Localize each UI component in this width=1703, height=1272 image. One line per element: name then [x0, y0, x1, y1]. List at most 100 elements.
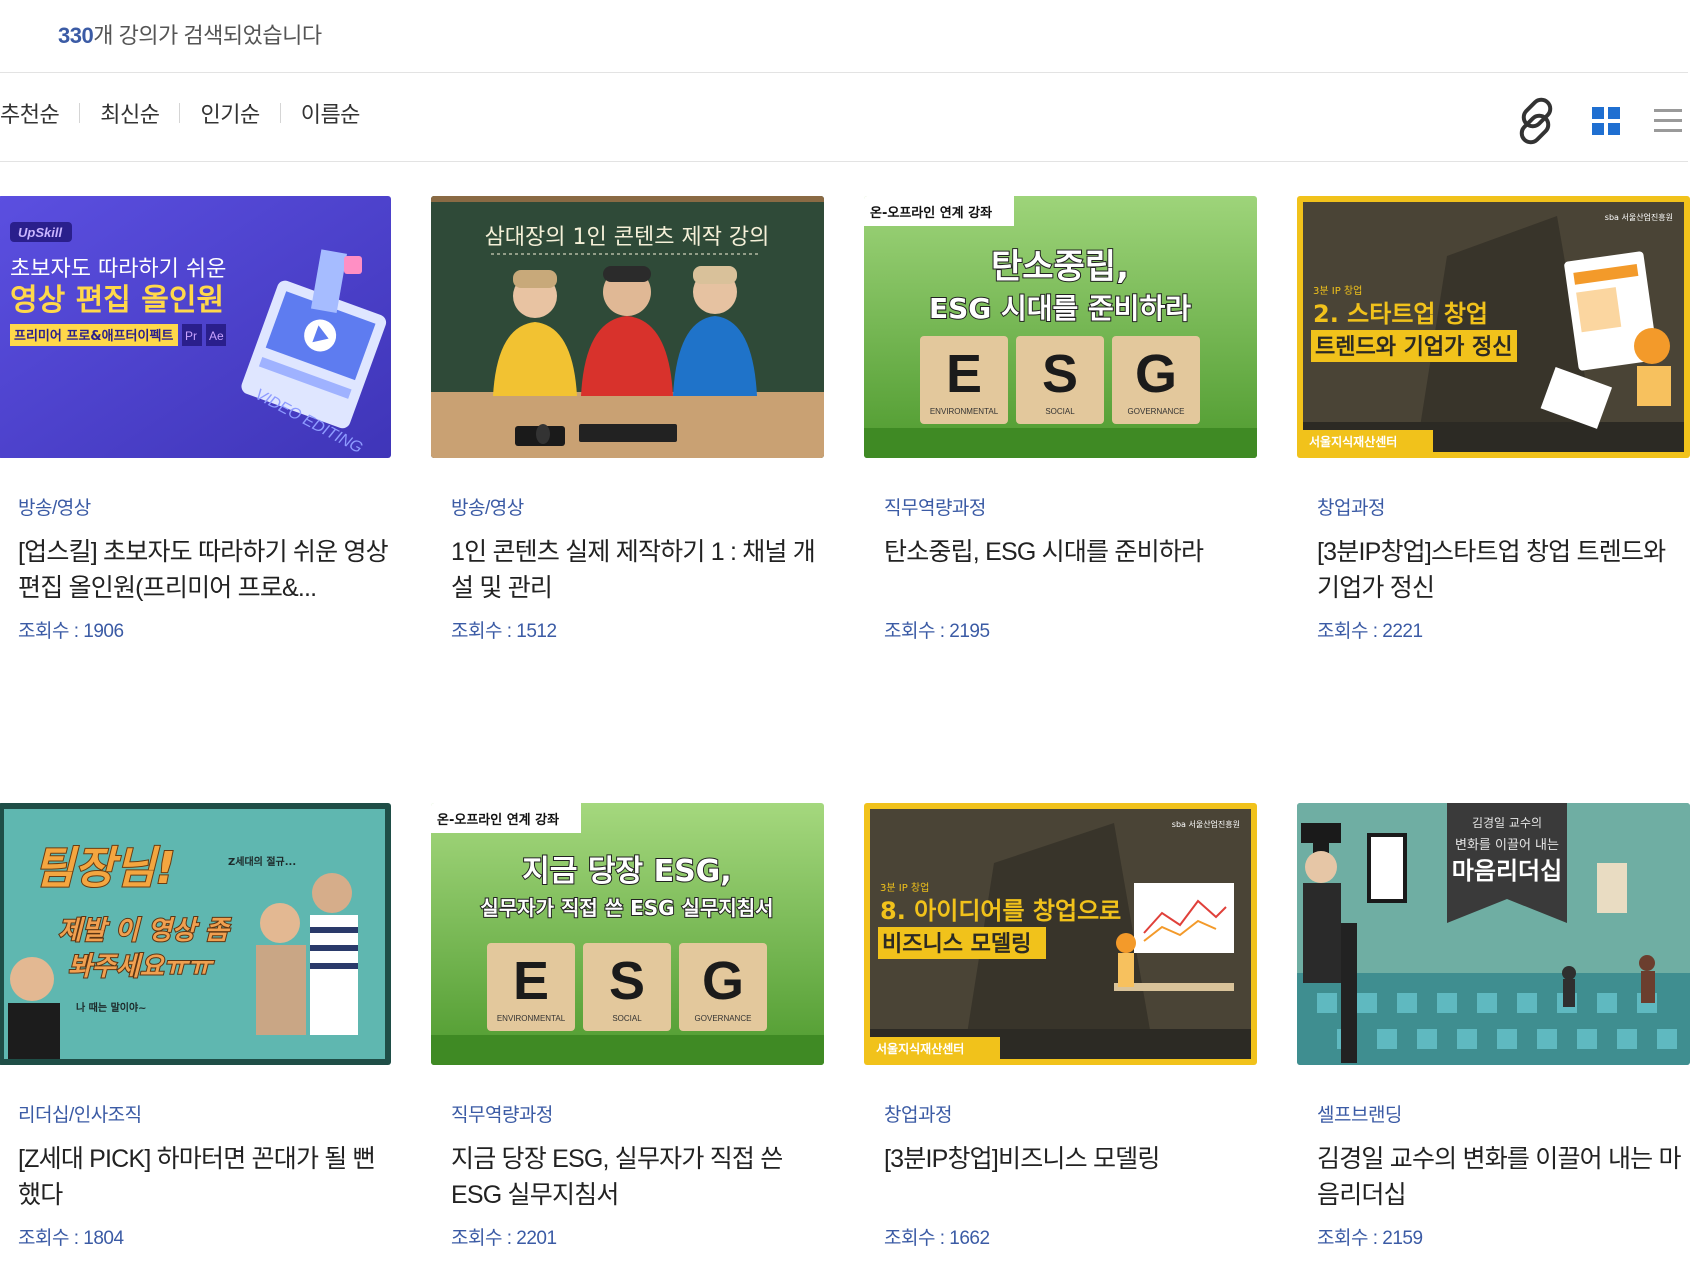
course-card[interactable]: 3분 IP 창업 2. 스타트업 창업 트렌드와 기업가 정신 서울지식재산센터… — [1297, 196, 1692, 643]
svg-text:E: E — [946, 344, 982, 404]
course-views: 조회수 : 2201 — [451, 1228, 557, 1249]
course-card[interactable]: 삼대장의 1인 콘텐츠 제작 강의 방송/영상 1인 콘텐츠 실제 제작하기 1… — [431, 196, 826, 643]
course-thumbnail[interactable]: 3분 IP 창업 2. 스타트업 창업 트렌드와 기업가 정신 서울지식재산센터… — [1297, 196, 1690, 458]
svg-text:트렌드와 기업가 정신: 트렌드와 기업가 정신 — [1315, 335, 1512, 360]
svg-text:S: S — [609, 951, 645, 1011]
svg-text:3분 IP 창업: 3분 IP 창업 — [880, 881, 929, 894]
course-thumbnail[interactable]: 온-오프라인 연계 강좌 탄소중립, ESG 시대를 준비하라 E S G EN… — [864, 196, 1257, 458]
thumb-badge: UpSkill — [18, 225, 62, 240]
svg-text:SOCIAL: SOCIAL — [612, 1014, 642, 1023]
svg-text:S: S — [1042, 344, 1078, 404]
svg-text:GOVERNANCE: GOVERNANCE — [695, 1014, 752, 1023]
course-thumbnail[interactable]: UpSkill 초보자도 따라하기 쉬운 영상 편집 올인원 프리미어 프로&애… — [0, 196, 391, 458]
result-header: 330개 강의가 검색되었습니다 — [0, 0, 1688, 73]
course-category[interactable]: 창업과정 — [864, 1100, 1259, 1127]
sort-name[interactable]: 이름순 — [301, 97, 361, 129]
course-thumbnail[interactable]: 김경일 교수의 변화를 이끌어 내는 마음리더십 — [1297, 803, 1690, 1065]
svg-text:ENVIRONMENTAL: ENVIRONMENTAL — [930, 407, 999, 416]
svg-text:E: E — [513, 951, 549, 1011]
svg-text:삼대장의 1인 콘텐츠 제작 강의: 삼대장의 1인 콘텐츠 제작 강의 — [485, 225, 770, 250]
svg-text:Z세대의 절규...: Z세대의 절규... — [228, 855, 296, 868]
result-count: 330 — [58, 23, 94, 48]
svg-text:마음리더십: 마음리더십 — [1452, 857, 1562, 885]
course-views: 조회수 : 2221 — [1317, 621, 1423, 642]
course-category[interactable]: 직무역량과정 — [864, 493, 1259, 520]
course-title[interactable]: [업스킬] 초보자도 따라하기 쉬운 영상 편집 올인원(프리미어 프로&... — [0, 534, 393, 606]
svg-text:ESG 시대를 준비하라: ESG 시대를 준비하라 — [929, 292, 1191, 325]
svg-text:SOCIAL: SOCIAL — [1045, 407, 1075, 416]
svg-text:G: G — [1135, 344, 1177, 404]
svg-text:영상 편집 올인원: 영상 편집 올인원 — [10, 283, 224, 318]
sort-newest[interactable]: 최신순 — [100, 97, 160, 129]
view-tools — [1508, 93, 1688, 149]
svg-text:ENVIRONMENTAL: ENVIRONMENTAL — [497, 1014, 566, 1023]
svg-text:탄소중립,: 탄소중립, — [991, 247, 1129, 287]
svg-text:팀장님!: 팀장님! — [34, 843, 176, 894]
svg-text:GOVERNANCE: GOVERNANCE — [1128, 407, 1185, 416]
link-icon[interactable] — [1508, 93, 1564, 149]
divider — [79, 103, 81, 123]
course-thumbnail[interactable]: 3분 IP 창업 8. 아이디어를 창업으로 비즈니스 모델링 서울지식재산센터… — [864, 803, 1257, 1065]
course-category[interactable]: 방송/영상 — [0, 493, 393, 520]
divider — [179, 103, 181, 123]
svg-text:Ae: Ae — [209, 329, 224, 343]
result-count-suffix: 개 강의가 검색되었습니다 — [93, 23, 322, 48]
course-card[interactable]: 김경일 교수의 변화를 이끌어 내는 마음리더십 셀프브랜딩 김경일 교수의 변… — [1297, 803, 1692, 1250]
course-category[interactable]: 창업과정 — [1297, 493, 1692, 520]
grid-view-icon[interactable] — [1586, 101, 1626, 141]
svg-text:3분 IP 창업: 3분 IP 창업 — [1313, 284, 1362, 297]
course-category[interactable]: 셀프브랜딩 — [1297, 1100, 1692, 1127]
course-thumbnail[interactable]: 온-오프라인 연계 강좌 지금 당장 ESG, 실무자가 직접 쓴 ESG 실무… — [431, 803, 824, 1065]
course-views: 조회수 : 1662 — [884, 1228, 990, 1249]
svg-text:온-오프라인 연계 강좌: 온-오프라인 연계 강좌 — [437, 812, 559, 828]
sort-options: 추천순 최신순 인기순 이름순 — [0, 97, 360, 129]
course-title[interactable]: 1인 콘텐츠 실제 제작하기 1 : 채널 개설 및 관리 — [431, 534, 826, 606]
list-view-icon[interactable] — [1648, 101, 1688, 141]
sort-popular[interactable]: 인기순 — [200, 97, 260, 129]
course-category[interactable]: 리더십/인사조직 — [0, 1100, 393, 1127]
svg-text:온-오프라인 연계 강좌: 온-오프라인 연계 강좌 — [870, 205, 992, 221]
course-thumbnail[interactable]: 팀장님! Z세대의 절규... 제발 이 영상 좀 봐주세요ㅠㅠ 나 때는 말이… — [0, 803, 391, 1065]
svg-text:서울지식재산센터: 서울지식재산센터 — [1309, 434, 1397, 449]
svg-text:지금 당장 ESG,: 지금 당장 ESG, — [522, 854, 731, 889]
svg-text:초보자도 따라하기 쉬운: 초보자도 따라하기 쉬운 — [10, 257, 226, 282]
svg-text:비즈니스 모델링: 비즈니스 모델링 — [882, 932, 1031, 957]
course-card[interactable]: 팀장님! Z세대의 절규... 제발 이 영상 좀 봐주세요ㅠㅠ 나 때는 말이… — [0, 803, 393, 1250]
course-card[interactable]: 3분 IP 창업 8. 아이디어를 창업으로 비즈니스 모델링 서울지식재산센터… — [864, 803, 1259, 1250]
course-views: 조회수 : 1906 — [18, 621, 124, 642]
svg-text:sba 서울산업진흥원: sba 서울산업진흥원 — [1605, 212, 1673, 222]
course-views: 조회수 : 1804 — [18, 1228, 124, 1249]
course-title[interactable]: [3분IP창업]비즈니스 모델링 — [864, 1141, 1259, 1213]
course-category[interactable]: 방송/영상 — [431, 493, 826, 520]
svg-text:봐주세요ㅠㅠ: 봐주세요ㅠㅠ — [68, 952, 215, 982]
course-views: 조회수 : 2159 — [1317, 1228, 1423, 1249]
sort-recommended[interactable]: 추천순 — [0, 97, 60, 129]
svg-text:실무자가 직접 쓴 ESG 실무지침서: 실무자가 직접 쓴 ESG 실무지침서 — [480, 896, 773, 920]
svg-text:변화를 이끌어 내는: 변화를 이끌어 내는 — [1455, 838, 1559, 853]
svg-text:sba 서울산업진흥원: sba 서울산업진흥원 — [1172, 819, 1240, 829]
divider — [279, 103, 281, 123]
course-card[interactable]: 온-오프라인 연계 강좌 탄소중립, ESG 시대를 준비하라 E S G EN… — [864, 196, 1259, 643]
svg-text:서울지식재산센터: 서울지식재산센터 — [876, 1041, 964, 1056]
course-card[interactable]: UpSkill 초보자도 따라하기 쉬운 영상 편집 올인원 프리미어 프로&애… — [0, 196, 393, 643]
svg-text:프리미어 프로&애프터이펙트: 프리미어 프로&애프터이펙트 — [14, 328, 173, 344]
course-views: 조회수 : 2195 — [884, 621, 990, 642]
course-title[interactable]: 김경일 교수의 변화를 이끌어 내는 마음리더십 — [1297, 1141, 1692, 1213]
svg-text:김경일 교수의: 김경일 교수의 — [1472, 816, 1542, 830]
course-thumbnail[interactable]: 삼대장의 1인 콘텐츠 제작 강의 — [431, 196, 824, 458]
course-title[interactable]: 지금 당장 ESG, 실무자가 직접 쓴 ESG 실무지침서 — [431, 1141, 826, 1213]
svg-text:8. 아이디어를 창업으로: 8. 아이디어를 창업으로 — [880, 897, 1121, 925]
course-category[interactable]: 직무역량과정 — [431, 1100, 826, 1127]
svg-text:제발 이 영상 좀: 제발 이 영상 좀 — [58, 916, 232, 946]
svg-text:G: G — [702, 951, 744, 1011]
course-views: 조회수 : 1512 — [451, 621, 557, 642]
result-summary: 330개 강의가 검색되었습니다 — [58, 18, 322, 50]
svg-text:2. 스타트업 창업: 2. 스타트업 창업 — [1313, 300, 1488, 328]
course-title[interactable]: 탄소중립, ESG 시대를 준비하라 — [864, 534, 1259, 606]
course-card[interactable]: 온-오프라인 연계 강좌 지금 당장 ESG, 실무자가 직접 쓴 ESG 실무… — [431, 803, 826, 1250]
svg-text:나 때는 말이야~: 나 때는 말이야~ — [76, 1001, 147, 1014]
course-title[interactable]: [Z세대 PICK] 하마터면 꼰대가 될 뻔했다 — [0, 1141, 393, 1213]
sort-toolbar: 추천순 최신순 인기순 이름순 — [0, 73, 1688, 162]
svg-text:Pr: Pr — [185, 329, 197, 343]
course-title[interactable]: [3분IP창업]스타트업 창업 트렌드와 기업가 정신 — [1297, 534, 1692, 606]
